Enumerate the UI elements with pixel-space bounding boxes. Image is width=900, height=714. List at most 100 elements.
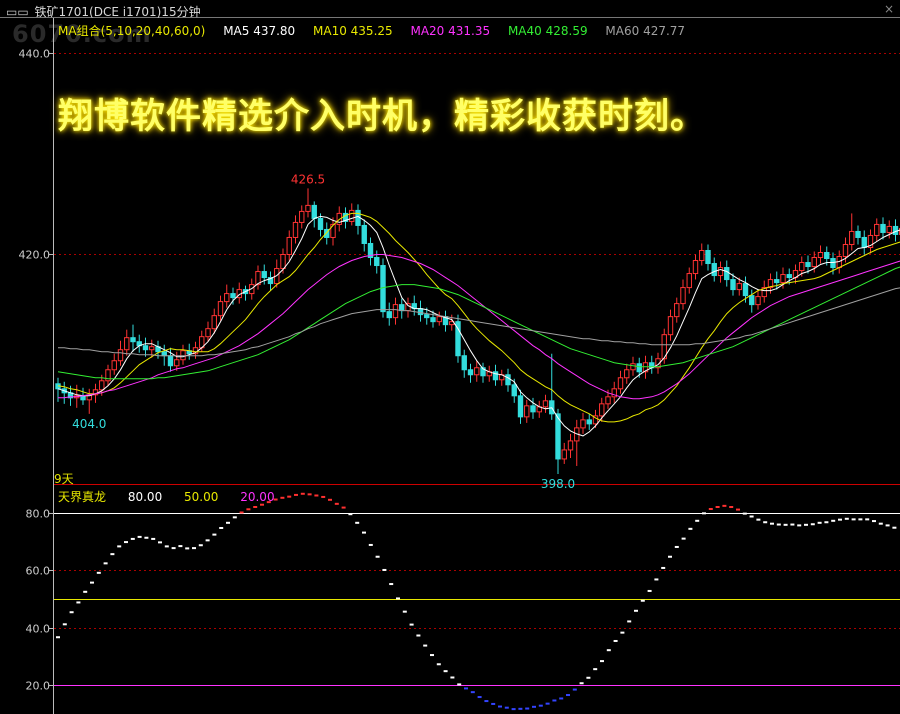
candle-body	[280, 254, 286, 270]
candle	[286, 230, 292, 261]
candle	[724, 260, 730, 287]
indicator-point	[572, 688, 577, 691]
indicator-point	[130, 537, 135, 540]
indicator-point	[219, 526, 224, 529]
indicator-point	[797, 524, 802, 527]
indicator-point	[620, 631, 625, 634]
candle-body	[305, 204, 311, 212]
candle	[311, 201, 317, 228]
indicator-point	[443, 670, 448, 673]
indicator-point	[613, 639, 618, 642]
indicator-point	[729, 506, 734, 508]
indicator-point	[212, 533, 217, 536]
indicator-point	[423, 644, 428, 647]
candle	[686, 267, 692, 294]
candle	[499, 369, 505, 386]
candle	[617, 370, 624, 394]
candle-body	[99, 380, 105, 391]
indicator-level-50: 50.00	[184, 490, 219, 504]
candle-body	[699, 249, 705, 262]
candle-body	[261, 271, 267, 279]
candle-body	[505, 374, 511, 386]
indicator-point	[300, 492, 305, 495]
indicator-point	[756, 518, 761, 521]
candle	[167, 347, 174, 372]
indicator-point	[96, 571, 101, 574]
indicator-point	[885, 524, 890, 527]
ma-group-label[interactable]: MA组合(5,10,20,40,60,0)	[58, 24, 205, 38]
indicator-point	[824, 521, 829, 524]
candle	[405, 297, 411, 318]
candle	[417, 300, 424, 322]
candle-body	[330, 223, 336, 238]
indicator-point	[498, 705, 502, 708]
indicator-point	[878, 522, 883, 525]
indicator-point	[205, 539, 210, 542]
indicator-name[interactable]: 天界真龙	[58, 490, 106, 504]
main-tick-label: 420.0	[19, 249, 51, 262]
candle	[124, 329, 130, 356]
candle-body	[311, 204, 317, 219]
candle-body	[317, 217, 324, 230]
indicator-point	[232, 516, 237, 519]
price-annotation: 398.0	[541, 477, 575, 491]
candle	[817, 245, 824, 264]
candle-body	[392, 304, 399, 319]
candle	[330, 217, 336, 246]
indicator-point	[171, 547, 176, 550]
candle	[642, 355, 649, 379]
ma20-legend: MA20 431.35	[410, 24, 491, 38]
candle-body	[805, 262, 811, 268]
indicator-point	[62, 623, 67, 626]
indicator-point	[396, 597, 400, 600]
candle-body	[299, 210, 305, 223]
candle-body	[617, 377, 624, 390]
indicator-point	[695, 519, 700, 522]
indicator-point	[164, 545, 169, 548]
ma60-legend: MA60 427.77	[605, 24, 686, 38]
candle-body	[892, 225, 899, 235]
candle	[692, 254, 699, 280]
candle-body	[211, 315, 217, 330]
candle-body	[124, 337, 130, 351]
indicator-point	[464, 687, 468, 690]
indicator-point	[368, 543, 373, 546]
candle	[186, 343, 192, 360]
candle	[442, 310, 449, 332]
candle-body	[430, 317, 436, 323]
indicator-point	[110, 553, 115, 556]
ma5-legend: MA5 437.80	[223, 24, 296, 38]
ma40-legend: MA40 428.59	[507, 24, 588, 38]
indicator-point	[83, 590, 88, 593]
indicator-point	[382, 568, 387, 571]
candle-body	[149, 346, 155, 351]
candle-body	[842, 243, 849, 258]
indicator-point	[103, 562, 108, 565]
close-icon[interactable]: ×	[884, 2, 894, 16]
ind-tick-label: 40.0	[26, 623, 51, 636]
candle	[755, 289, 761, 310]
indicator-points	[56, 492, 897, 711]
ind-tick-label: 80.0	[26, 508, 51, 521]
indicator-point	[151, 537, 156, 540]
indicator-point	[124, 541, 128, 544]
candle-body	[524, 405, 530, 418]
candle	[680, 279, 686, 310]
candle	[461, 349, 467, 378]
indicator-level-80: 80.00	[127, 490, 163, 504]
price-annotation: 404.0	[72, 417, 106, 431]
candle-body	[224, 293, 230, 303]
window-title: ▭▭ 铁矿1701(DCE i1701)15分钟	[6, 3, 201, 20]
indicator-point	[307, 493, 312, 496]
indicator-point	[790, 523, 795, 526]
candle	[299, 205, 305, 229]
ma-legend: MA组合(5,10,20,40,60,0) MA5 437.80 MA10 43…	[58, 22, 699, 39]
indicator-point	[661, 566, 666, 569]
indicator-point	[858, 518, 863, 521]
candle-body	[349, 209, 355, 222]
indicator-point	[117, 545, 122, 548]
candle	[749, 289, 755, 313]
candle	[142, 337, 149, 357]
price-annotation: 426.5	[291, 172, 325, 186]
candle	[392, 297, 399, 325]
